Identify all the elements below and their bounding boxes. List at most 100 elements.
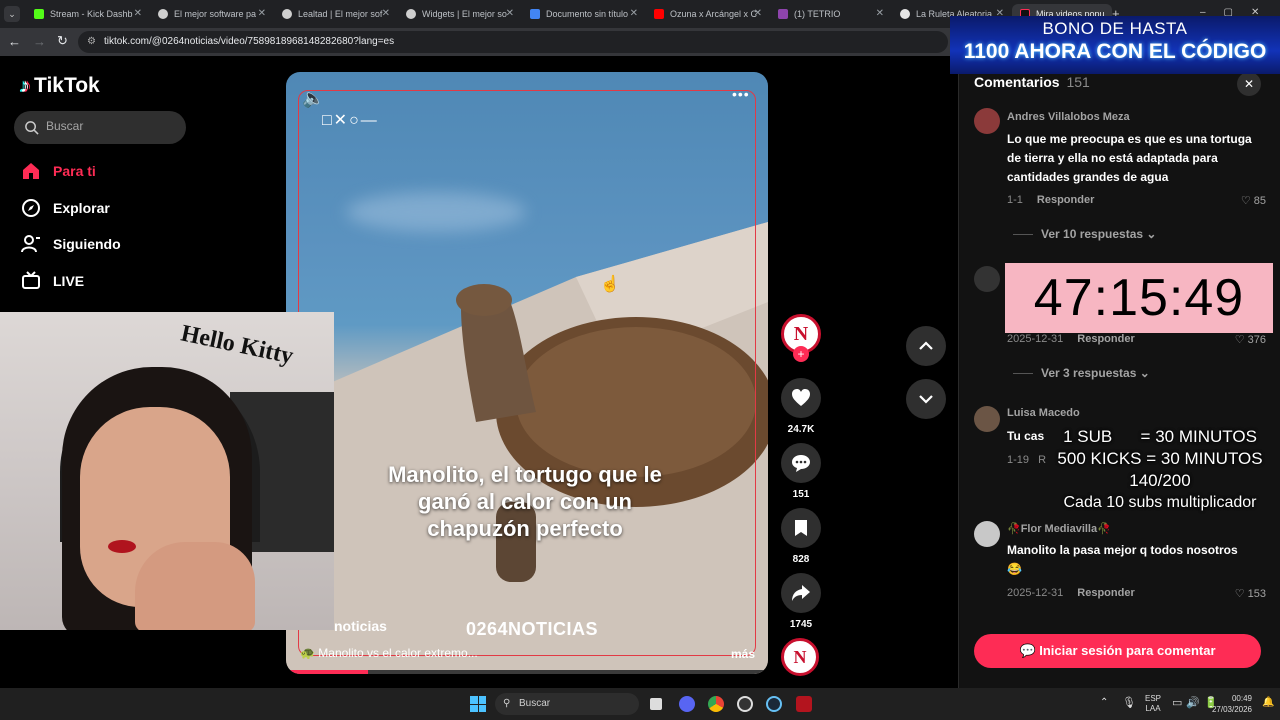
comment-like[interactable]: ♡ 376 — [1235, 333, 1266, 346]
browser-tab[interactable]: Stream - Kick Dashb ✕ — [26, 4, 148, 24]
comment-author[interactable]: Andres Villalobos Meza — [1007, 111, 1130, 123]
browser-tab[interactable]: El mejor software pa ✕ — [150, 4, 272, 24]
browser-tab[interactable]: Widgets | El mejor so ✕ — [398, 4, 520, 24]
search-input[interactable] — [46, 119, 176, 133]
author-avatar-action[interactable]: N + — [781, 314, 821, 362]
video-player[interactable]: 🔈 ••• □✕○— — [286, 72, 768, 674]
comment-date: 1-1 — [1007, 194, 1023, 206]
comment-like[interactable]: ♡ 153 — [1235, 587, 1266, 600]
sidebar-item-label: Explorar — [53, 200, 110, 216]
tiktok-logo[interactable]: ♪ TikTok — [20, 74, 100, 98]
volume-icon[interactable]: 🔈 — [302, 88, 324, 109]
notification-icon[interactable]: 🔔 — [1262, 697, 1274, 708]
avatar[interactable] — [974, 406, 1000, 432]
view-replies-button[interactable]: Ver 10 respuestas ⌄ — [1013, 227, 1156, 241]
music-disc[interactable]: N — [781, 638, 819, 676]
tray-chevron-icon[interactable]: ⌃ — [1100, 697, 1108, 708]
save-button[interactable] — [781, 508, 821, 548]
home-icon — [20, 160, 42, 182]
avatar[interactable] — [974, 521, 1000, 547]
like-button[interactable] — [781, 378, 821, 418]
browser-tab[interactable]: (1) TETRIO ✕ — [770, 4, 890, 24]
tab-title: Ozuna x Arcángel x C — [670, 9, 758, 19]
comment-action[interactable]: 151 — [781, 443, 821, 500]
forward-icon[interactable]: → — [33, 34, 46, 49]
comment-date: 1-19 — [1007, 454, 1030, 466]
comment-meta: 2025-12-31 Responder — [1007, 333, 1135, 345]
sidebar-item-label: LIVE — [53, 273, 85, 289]
close-comments-button[interactable]: ✕ — [1237, 72, 1261, 96]
close-tab-icon[interactable]: ✕ — [382, 8, 390, 19]
progress-bar[interactable] — [286, 670, 768, 674]
more-link[interactable]: más — [731, 647, 755, 661]
browser-tab[interactable]: Ozuna x Arcángel x C ✕ — [646, 4, 768, 24]
avatar[interactable] — [974, 108, 1000, 134]
windows-start-icon[interactable] — [470, 696, 486, 712]
sidebar-item-live[interactable]: LIVE — [20, 268, 84, 294]
sidebar-item-para-ti[interactable]: Para ti — [20, 158, 96, 184]
view-replies-button[interactable]: Ver 3 respuestas ⌄ — [1013, 366, 1150, 380]
sidebar-item-siguiendo[interactable]: Siguiendo — [20, 231, 121, 257]
like-action[interactable]: 24.7K — [781, 378, 821, 435]
reply-button[interactable]: Responder — [1077, 587, 1134, 599]
tab-list-dropdown-icon[interactable]: ⌄ — [4, 6, 20, 22]
comment-like-count: 85 — [1253, 195, 1266, 207]
address-bar[interactable]: ⚙ tiktok.com/@0264noticias/video/7589818… — [78, 31, 948, 53]
discord-icon[interactable] — [679, 696, 695, 712]
follow-plus-icon[interactable]: + — [793, 346, 809, 362]
comment-author[interactable]: Luisa Macedo — [1007, 407, 1080, 419]
clock-time: 00:49 — [1231, 694, 1252, 703]
login-to-comment-button[interactable]: 💬 Iniciar sesión para comentar — [974, 634, 1261, 668]
tab-title: Widgets | El mejor so — [422, 9, 507, 19]
more-options-icon[interactable]: ••• — [732, 86, 750, 102]
search-box[interactable] — [14, 111, 186, 144]
webcam-hand — [135, 542, 255, 630]
user-follow-icon — [20, 233, 42, 255]
google-docs-icon — [530, 9, 540, 19]
previous-video-button[interactable] — [906, 326, 946, 366]
mouse-cursor: ☝ — [600, 276, 620, 293]
description-text: Manolito vs el calor extremo... — [318, 646, 478, 660]
reply-button[interactable]: Responder — [1037, 194, 1094, 206]
task-view-icon[interactable] — [650, 698, 662, 710]
comment-like-count: 153 — [1247, 588, 1266, 600]
avatar[interactable] — [974, 266, 1000, 292]
app-icon[interactable] — [796, 696, 812, 712]
video-author[interactable]: noticias — [334, 618, 387, 634]
share-action[interactable]: 1745 — [781, 573, 821, 630]
next-video-button[interactable] — [906, 379, 946, 419]
chrome-icon[interactable] — [708, 696, 724, 712]
reload-icon[interactable]: ↻ — [57, 33, 68, 49]
language-indicator[interactable]: ESP LAA — [1145, 694, 1161, 714]
microphone-icon[interactable]: 🎙 — [1122, 696, 1136, 709]
sidebar-item-label: Siguiendo — [53, 236, 121, 252]
close-tab-icon[interactable]: ✕ — [506, 8, 514, 19]
comment-like[interactable]: ♡ 85 — [1241, 194, 1266, 207]
steam-icon[interactable] — [766, 696, 782, 712]
music-disc-action[interactable]: N — [781, 638, 821, 676]
browser-tab[interactable]: Documento sin título ✕ — [522, 4, 644, 24]
comments-header: Comentarios 151 — [974, 74, 1090, 90]
close-tab-icon[interactable]: ✕ — [630, 8, 638, 19]
sidebar-item-explorar[interactable]: Explorar — [20, 195, 110, 221]
comment-date: 2025-12-31 — [1007, 587, 1064, 599]
close-tab-icon[interactable]: ✕ — [134, 8, 142, 19]
clock[interactable]: 00:49 27/03/2026 — [1208, 693, 1252, 715]
browser-tab[interactable]: Lealtad | El mejor sof ✕ — [274, 4, 396, 24]
comment-button[interactable] — [781, 443, 821, 483]
sidebar-item-label: Para ti — [53, 163, 96, 179]
close-tab-icon[interactable]: ✕ — [258, 8, 266, 19]
share-button[interactable] — [781, 573, 821, 613]
taskbar-search[interactable]: ⚲ Buscar — [495, 693, 639, 715]
video-description[interactable]: 🐢 Manolito vs el calor extremo... — [300, 646, 478, 660]
save-action[interactable]: 828 — [781, 508, 821, 565]
close-tab-icon[interactable]: ✕ — [754, 8, 762, 19]
comment-text: Lo que me preocupa es que es una tortuga… — [1007, 132, 1252, 184]
close-tab-icon[interactable]: ✕ — [876, 8, 884, 19]
back-icon[interactable]: ← — [8, 34, 21, 49]
bonus-line-1: BONO DE HASTA — [1042, 19, 1188, 38]
obs-icon[interactable] — [737, 696, 753, 712]
reply-button[interactable]: Responder — [1077, 333, 1134, 345]
site-info-icon[interactable]: ⚙ — [87, 31, 96, 53]
comment-author[interactable]: 🥀Flor Mediavilla🥀 — [1007, 522, 1111, 535]
